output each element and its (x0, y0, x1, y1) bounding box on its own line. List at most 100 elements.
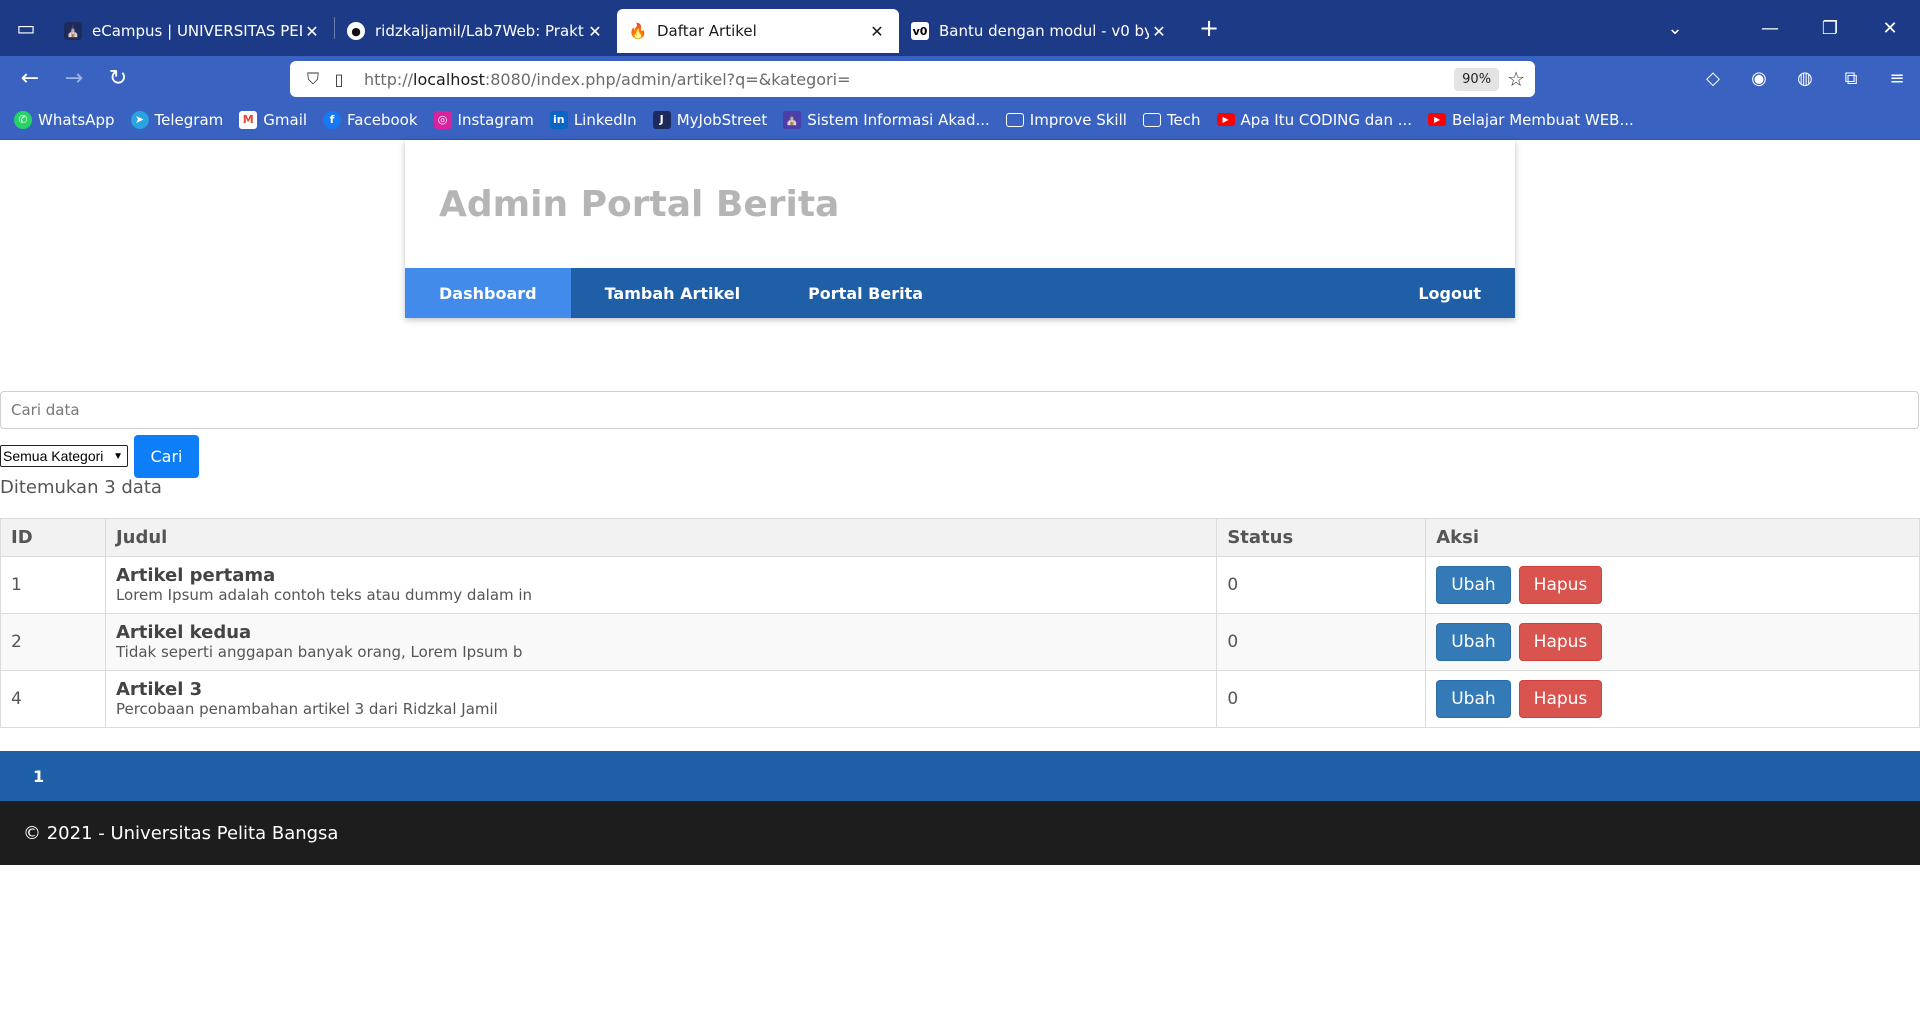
flame-icon: 🔥 (628, 22, 648, 40)
cell-status: 0 (1216, 556, 1427, 614)
back-icon[interactable]: ← (8, 58, 52, 98)
bookmark-star-icon[interactable]: ☆ (1507, 67, 1525, 91)
university-icon: ⛪ (783, 110, 802, 129)
page-icon[interactable]: ▯ (326, 66, 352, 92)
close-window-icon[interactable]: ✕ (1860, 0, 1920, 56)
page-link-current[interactable]: 1 (33, 767, 44, 786)
kategori-select[interactable]: Semua Kategori ▼ (0, 445, 128, 467)
bookmark-youtube-coding[interactable]: ▶ Apa Itu CODING dan ... (1216, 111, 1412, 129)
tab-title: Daftar Artikel (657, 22, 757, 40)
bookmark-siakad[interactable]: ⛪ Sistem Informasi Akad... (783, 110, 990, 129)
cell-id: 4 (0, 670, 106, 728)
gmail-icon: M (239, 110, 258, 129)
github-icon: ● (347, 22, 365, 40)
cell-aksi: Ubah Hapus (1425, 556, 1920, 614)
bookmark-label: Telegram (154, 110, 224, 129)
folder-icon (1005, 112, 1024, 127)
article-title: Artikel pertama (115, 565, 276, 586)
toolbar-right: ◇ ◉ ◍ ⧉ ≡ (1690, 56, 1920, 100)
delete-button[interactable]: Hapus (1518, 623, 1603, 661)
bookmark-youtube-web[interactable]: ▶ Belajar Membuat WEB... (1428, 111, 1634, 129)
zoom-badge[interactable]: 90% (1454, 67, 1500, 91)
bookmark-telegram[interactable]: ➤ Telegram (130, 110, 224, 129)
whatsapp-icon: ✆ (14, 110, 32, 129)
forward-icon[interactable]: → (52, 58, 96, 98)
cell-id: 1 (0, 556, 106, 614)
kategori-selected-value: Semua Kategori (3, 448, 104, 464)
pocket-icon[interactable]: ◇ (1690, 56, 1736, 100)
bookmark-folder-improve-skill[interactable]: Improve Skill (1005, 111, 1127, 129)
window-controls: — ❐ ✕ (1740, 0, 1920, 56)
tab-title: Bantu dengan modul - v0 by Ve (939, 22, 1149, 40)
bookmark-gmail[interactable]: M Gmail (239, 110, 307, 129)
youtube-icon: ▶ (1216, 113, 1235, 126)
restore-icon[interactable]: ❐ (1800, 0, 1860, 56)
bookmark-label: MyJobStreet (676, 110, 768, 129)
close-tab-icon[interactable]: ✕ (302, 22, 322, 41)
browser-tab-bar: ▭ ⛪ eCampus | UNIVERSITAS PELITA ✕ ● rid… (0, 0, 1920, 56)
nav-portal-berita[interactable]: Portal Berita (774, 268, 957, 318)
browser-tab[interactable]: ⛪ eCampus | UNIVERSITAS PELITA ✕ (52, 9, 334, 53)
linkedin-icon: in (549, 110, 568, 129)
article-title: Artikel 3 (115, 679, 203, 700)
url-path: :8080/index.php/admin/artikel?q=&kategor… (484, 69, 851, 89)
edit-button[interactable]: Ubah (1436, 680, 1511, 718)
browser-tab-active[interactable]: 🔥 Daftar Artikel ✕ (617, 9, 899, 53)
menu-icon[interactable]: ≡ (1874, 56, 1920, 100)
table-header-row: ID Judul Status Aksi (0, 518, 1920, 557)
bookmark-label: Instagram (457, 110, 534, 129)
bookmark-instagram[interactable]: ◎ Instagram (433, 110, 534, 129)
bookmark-myjobstreet[interactable]: J MyJobStreet (652, 110, 768, 129)
bookmark-whatsapp[interactable]: ✆ WhatsApp (14, 110, 115, 129)
new-tab-button[interactable]: + (1189, 6, 1229, 50)
jobstreet-icon: J (652, 110, 671, 129)
url-text[interactable]: http://localhost:8080/index.php/admin/ar… (364, 70, 1454, 89)
browser-nav-bar: ← → ↻ ⛉ ▯ http://localhost:8080/index.ph… (0, 56, 1920, 100)
articles-table: ID Judul Status Aksi 1 Artikel pertama L… (0, 518, 1920, 728)
nav-tambah-artikel[interactable]: Tambah Artikel (571, 268, 774, 318)
campus-favicon-icon: ⛪ (64, 22, 82, 40)
delete-button[interactable]: Hapus (1518, 680, 1603, 718)
tab-list-icon[interactable]: ▭ (0, 0, 52, 56)
youtube-icon: ▶ (1428, 113, 1447, 126)
instagram-icon: ◎ (433, 110, 452, 129)
close-tab-icon[interactable]: ✕ (585, 22, 605, 41)
extensions-icon[interactable]: ⧉ (1828, 56, 1874, 100)
close-tab-icon[interactable]: ✕ (1149, 22, 1169, 41)
close-tab-icon[interactable]: ✕ (867, 22, 887, 41)
column-header-id: ID (0, 518, 106, 557)
column-header-status: Status (1216, 518, 1427, 557)
article-excerpt: Lorem Ipsum adalah contoh teks atau dumm… (115, 586, 533, 604)
bookmark-folder-tech[interactable]: Tech (1142, 110, 1201, 129)
browser-tab[interactable]: ● ridzkaljamil/Lab7Web: Praktikum ✕ (335, 9, 617, 53)
article-title: Artikel kedua (115, 622, 252, 643)
cell-id: 2 (0, 613, 106, 671)
folder-icon (1142, 112, 1161, 127)
nav-dashboard[interactable]: Dashboard (405, 268, 571, 318)
browser-tab[interactable]: v0 Bantu dengan modul - v0 by Ve ✕ (899, 9, 1181, 53)
bookmarks-bar: ✆ WhatsApp ➤ Telegram M Gmail f Facebook ◎ In… (0, 100, 1920, 140)
bookmark-facebook[interactable]: f Facebook (323, 110, 418, 129)
search-input[interactable] (0, 391, 1919, 429)
facebook-icon: f (323, 110, 342, 129)
extension-globe-icon[interactable]: ◍ (1782, 56, 1828, 100)
bookmark-linkedin[interactable]: in LinkedIn (549, 110, 637, 129)
bookmark-label: Tech (1166, 110, 1201, 129)
url-bar[interactable]: ⛉ ▯ http://localhost:8080/index.php/admi… (290, 61, 1535, 97)
delete-button[interactable]: Hapus (1518, 566, 1603, 604)
cell-judul: Artikel 3 Percobaan penambahan artikel 3… (104, 670, 1218, 728)
cell-status: 0 (1216, 670, 1427, 728)
chevron-down-icon[interactable]: ⌄ (1650, 0, 1700, 56)
search-button[interactable]: Cari (134, 435, 199, 478)
account-icon[interactable]: ◉ (1736, 56, 1782, 100)
reload-icon[interactable]: ↻ (96, 58, 140, 98)
edit-button[interactable]: Ubah (1436, 623, 1511, 661)
edit-button[interactable]: Ubah (1436, 566, 1511, 604)
minimize-icon[interactable]: — (1740, 0, 1800, 56)
table-row: 2 Artikel kedua Tidak seperti anggapan b… (0, 613, 1920, 671)
cell-aksi: Ubah Hapus (1425, 613, 1920, 671)
nav-logout[interactable]: Logout (1384, 268, 1515, 318)
shield-icon[interactable]: ⛉ (300, 66, 326, 92)
site-title: Admin Portal Berita (439, 183, 840, 225)
tab-title: eCampus | UNIVERSITAS PELITA (92, 22, 302, 40)
